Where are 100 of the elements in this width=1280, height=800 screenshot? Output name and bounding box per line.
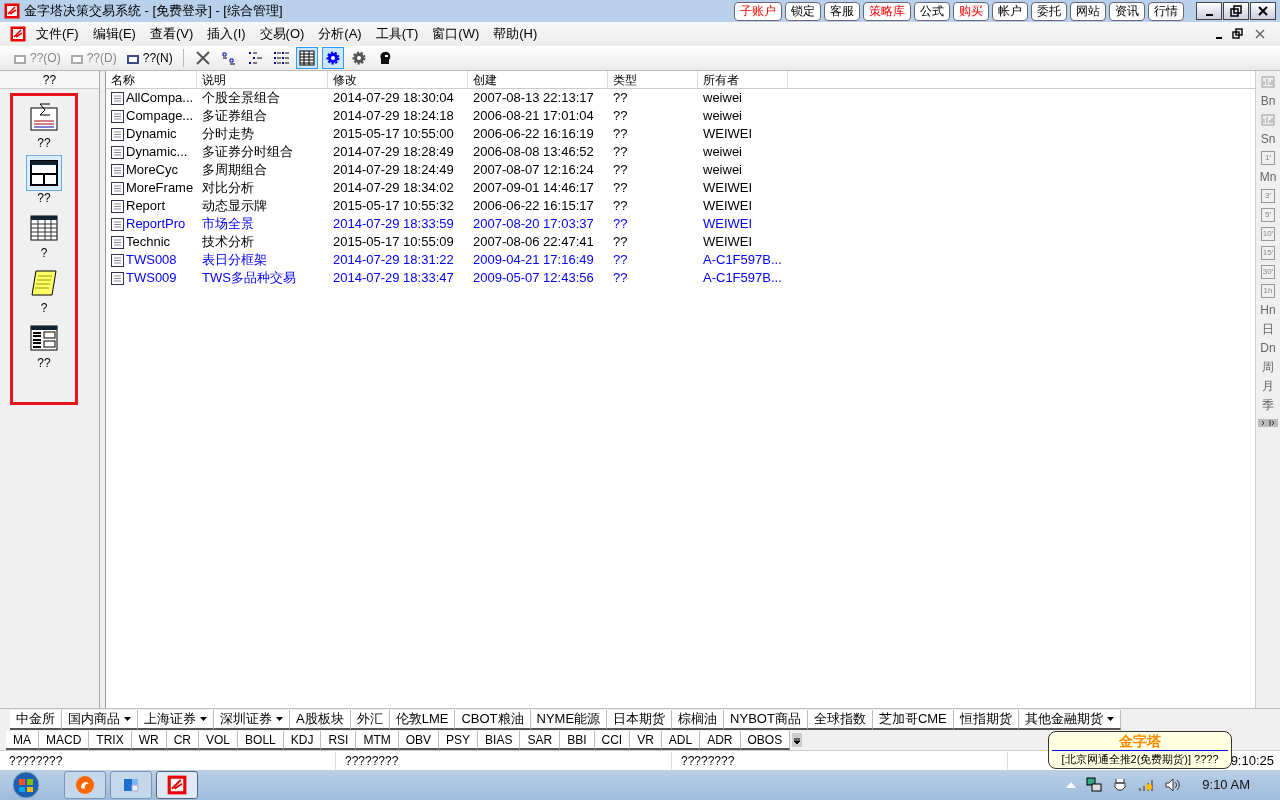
dropdown-caret-icon <box>276 716 283 721</box>
sidebar-item[interactable] <box>26 155 62 191</box>
market-tab[interactable]: 中金所 <box>10 709 62 730</box>
menu-item[interactable]: 窗口(W) <box>432 24 480 44</box>
indicator-tab[interactable]: MACD <box>39 730 90 750</box>
toolbar-icon-button[interactable] <box>321 47 344 69</box>
title-bar-button[interactable]: 客服 <box>824 1 860 21</box>
period-button[interactable]: Sn <box>1260 132 1276 146</box>
title-bar-button[interactable]: 公式 <box>914 1 950 21</box>
table-cell-text: ?? <box>613 179 628 198</box>
speaker-icon[interactable] <box>1164 777 1181 793</box>
period-button[interactable]: Dn <box>1260 341 1276 355</box>
app-logo-icon <box>10 26 26 42</box>
market-tab[interactable]: 芝加哥CME <box>872 709 954 730</box>
table-cell-text: ?? <box>613 269 628 288</box>
restore-icon[interactable] <box>1232 28 1244 40</box>
indicator-tab[interactable]: OBV <box>398 730 440 750</box>
restore-button[interactable] <box>1223 2 1249 20</box>
table-cell-text: A-C1F597B... <box>703 269 782 288</box>
indicator-tab[interactable]: BIAS <box>478 730 521 750</box>
table-cell-text: WEIWEI <box>703 125 753 144</box>
market-tab[interactable]: 外汇 <box>350 709 390 730</box>
indicator-tab[interactable]: VR <box>630 730 662 750</box>
market-tab[interactable]: 恒指期货 <box>953 709 1019 730</box>
title-bar-button[interactable]: 行情 <box>1148 1 1184 21</box>
market-tab[interactable]: 日本期货 <box>607 709 673 730</box>
title-bar-button[interactable]: 网站 <box>1070 1 1106 21</box>
period-button[interactable]: Mn <box>1259 170 1277 184</box>
indicator-tab[interactable]: ADR <box>700 730 741 750</box>
period-button[interactable]: 周 <box>1262 360 1274 374</box>
close-button[interactable] <box>1250 2 1276 20</box>
scroll-arrows-icon[interactable] <box>1258 419 1278 427</box>
market-tab[interactable]: NYBOT商品 <box>724 709 808 730</box>
indicator-tab[interactable]: KDJ <box>283 730 322 750</box>
layout-window-icon <box>28 157 60 189</box>
market-tab[interactable]: 棕榈油 <box>672 709 725 730</box>
market-tab[interactable]: 国内商品 <box>62 709 138 730</box>
table-cell-text: WEIWEI <box>703 233 753 252</box>
period-button[interactable]: 月 <box>1262 379 1274 393</box>
table-cell-text: Dynamic <box>126 125 177 144</box>
signal-icon[interactable] <box>1138 777 1155 793</box>
power-plug-icon[interactable] <box>1112 777 1129 793</box>
table-cell-text: 2015-05-17 10:55:00 <box>333 125 454 144</box>
formula-document-icon <box>28 102 60 134</box>
period-button[interactable]: 日 <box>1262 322 1274 336</box>
period-button[interactable]: Bn <box>1260 94 1276 108</box>
close-icon[interactable] <box>1254 28 1266 40</box>
menu-item[interactable]: 插入(I) <box>207 24 246 44</box>
taskbar-clock[interactable]: 9:10 AM <box>1202 775 1250 795</box>
indicator-tab[interactable]: TRIX <box>89 730 132 750</box>
title-bar-button[interactable]: 资讯 <box>1109 1 1145 21</box>
period-button[interactable]: 季 <box>1262 398 1274 412</box>
menu-item[interactable]: 查看(V) <box>149 24 194 44</box>
market-tab[interactable]: 上海证券 <box>138 709 214 730</box>
indicator-tab[interactable]: WR <box>131 730 167 750</box>
document-icon <box>111 163 124 177</box>
market-tab[interactable]: 深圳证券 <box>214 709 290 730</box>
indicator-tab[interactable]: CCI <box>594 730 631 750</box>
toolbar-button[interactable]: ??(N) <box>122 48 175 68</box>
market-tab[interactable]: CBOT粮油 <box>455 709 531 730</box>
menu-item[interactable]: 工具(T) <box>375 24 419 44</box>
menu-item[interactable]: 编辑(E) <box>92 24 136 44</box>
menu-item[interactable]: 帮助(H) <box>493 24 538 44</box>
status-text: ???????? <box>672 751 1008 770</box>
indicator-tab[interactable]: OBOS <box>740 730 791 750</box>
market-tab[interactable]: A股板块 <box>290 709 351 730</box>
indicator-tab[interactable]: SAR <box>520 730 561 750</box>
market-tab[interactable]: NYME能源 <box>530 709 608 730</box>
menu-item[interactable]: 分析(A) <box>318 24 362 44</box>
indicator-tab[interactable]: MA <box>6 730 39 750</box>
title-bar-button[interactable]: 策略库 <box>863 1 911 21</box>
indicator-tab[interactable]: VOL <box>199 730 239 750</box>
status-text: ???????? <box>0 751 336 770</box>
market-tab[interactable]: 全球指数 <box>807 709 873 730</box>
title-bar-button[interactable]: 帐户 <box>992 1 1028 21</box>
title-bar-button[interactable]: 子账户 <box>734 1 782 21</box>
indicator-tab[interactable]: ADL <box>661 730 701 750</box>
table-cell-text: 2015-05-17 10:55:09 <box>333 233 454 252</box>
network-computer-icon[interactable] <box>1086 777 1103 793</box>
toolbar-icon-button[interactable] <box>295 47 318 69</box>
title-bar-button[interactable]: 购买 <box>953 1 989 21</box>
indicator-tab[interactable]: BBI <box>560 730 595 750</box>
indicator-tab[interactable]: MTM <box>356 730 399 750</box>
market-tab[interactable]: 伦敦LME <box>389 709 456 730</box>
squirrel-icon <box>75 775 95 795</box>
menu-item[interactable]: 交易(O) <box>259 24 305 44</box>
market-tab[interactable]: 其他金融期货 <box>1018 709 1121 730</box>
taskbar-app-button[interactable] <box>156 771 198 799</box>
title-bar-button[interactable]: 委托 <box>1031 1 1067 21</box>
indicator-tab[interactable]: RSI <box>321 730 357 750</box>
title-bar-button[interactable]: 锁定 <box>785 1 821 21</box>
indicator-tab[interactable]: PSY <box>439 730 479 750</box>
menu-item[interactable]: 文件(F) <box>36 24 79 44</box>
overflow-caret-icon[interactable] <box>792 733 803 747</box>
document-icon <box>111 145 124 159</box>
minimize-button[interactable] <box>1196 2 1222 20</box>
taskbar-app-button[interactable] <box>110 771 152 799</box>
indicator-tab[interactable]: BOLL <box>238 730 284 750</box>
period-button[interactable]: Hn <box>1260 303 1276 317</box>
indicator-tab[interactable]: CR <box>166 730 200 750</box>
